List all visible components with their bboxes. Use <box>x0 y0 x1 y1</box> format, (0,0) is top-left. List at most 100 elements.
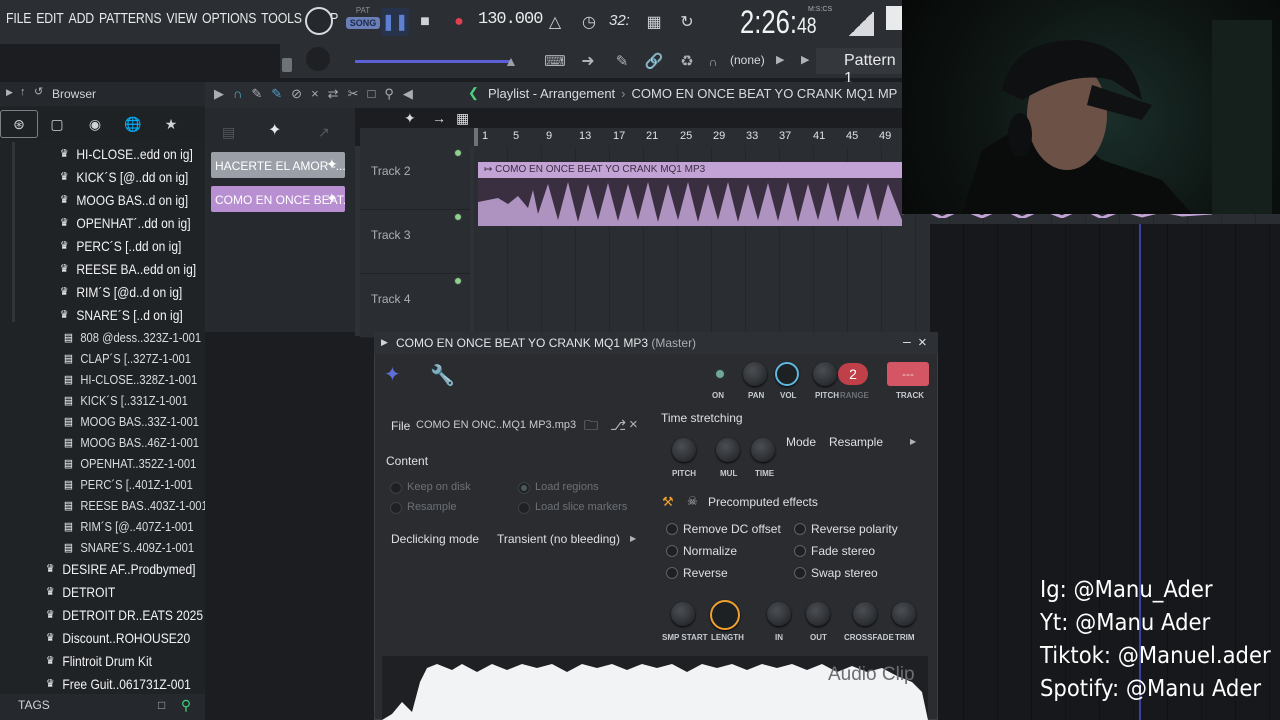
browser-folder[interactable]: ♛ PERC´S [..dd on ig] <box>60 235 181 256</box>
stamp-icon[interactable]: ♻ <box>677 54 697 69</box>
play-pattern-icon[interactable]: ▶ <box>801 55 809 66</box>
audio-tab-icon[interactable]: ✦ <box>384 365 401 385</box>
stop-button[interactable]: ■ <box>411 8 439 36</box>
pitch-knob[interactable] <box>813 362 837 386</box>
keep-on-disk-checkbox[interactable] <box>390 482 402 494</box>
menu-view[interactable]: VIEW <box>166 10 197 27</box>
browser-up-icon[interactable]: ↑ <box>20 87 26 98</box>
pin-icon[interactable]: ☠ <box>687 495 698 507</box>
link-icon[interactable]: 🔗 <box>644 54 664 69</box>
menu-options[interactable]: OPTIONS <box>202 10 256 27</box>
on-led[interactable] <box>714 368 726 380</box>
length-knob[interactable] <box>710 600 740 630</box>
search-icon[interactable]: ⚲ <box>178 697 194 713</box>
zoom-icon[interactable]: ⚲ <box>384 86 394 102</box>
volume-slider-handle[interactable]: ▲ <box>504 54 518 68</box>
menu-tools[interactable]: TOOLS <box>261 10 302 27</box>
ts-mul-knob[interactable] <box>716 438 740 462</box>
wrench-icon[interactable]: ⚒ <box>662 495 674 508</box>
window-menu-arrow-icon[interactable]: ▶ <box>381 338 388 347</box>
snap-icon[interactable] <box>886 6 902 30</box>
starred-tab-icon[interactable]: ★ <box>152 110 190 138</box>
loop-record-icon[interactable]: ↻ <box>673 8 701 36</box>
browser-audio-file[interactable]: ▤ PERC´S [..401Z-1-001 <box>64 474 193 495</box>
browser-folder[interactable]: ♛ Discount..ROHOUSE20 <box>46 627 190 648</box>
browser-folder[interactable]: ♛ REESE BA..edd on ig] <box>60 258 196 279</box>
chevron-right-icon[interactable]: ▶ <box>910 438 916 446</box>
browser-folder[interactable]: ♛ OPENHAT´..dd on ig] <box>60 212 191 233</box>
tempo-display[interactable]: 130.000 <box>478 10 543 29</box>
snap-mode-icon[interactable]: ✦ <box>404 110 416 127</box>
menu-patterns[interactable]: PATTERNS <box>99 10 162 27</box>
browser-folder[interactable]: ♛ SNARE´S [..d on ig] <box>60 304 183 325</box>
pause-button[interactable]: ❚❚ <box>381 8 409 36</box>
pattern-selector[interactable]: Pattern 1 <box>816 48 902 87</box>
all-files-tab-icon[interactable]: ⊛ <box>0 110 38 138</box>
record-button[interactable]: ● <box>445 8 473 36</box>
master-pitch-knob[interactable] <box>306 47 330 71</box>
remove-dc-offset-checkbox[interactable] <box>666 523 678 535</box>
track-header-4[interactable] <box>360 274 470 338</box>
view-icon[interactable]: ▦ <box>456 110 469 127</box>
piano-icon[interactable]: ▤ <box>222 125 235 139</box>
file-name[interactable]: COMO EN ONC..MQ1 MP3.mp3 <box>416 419 576 431</box>
typing-keyboard-icon[interactable]: ⌨ <box>542 54 568 69</box>
sample-start-knob[interactable] <box>671 602 695 626</box>
browser-audio-file[interactable]: ▤ SNARE´S..409Z-1-001 <box>64 537 194 558</box>
browser-audio-file[interactable]: ▤ RIM´S [@..407Z-1-001 <box>64 516 194 537</box>
wait-input-icon[interactable]: ◷ <box>575 8 603 36</box>
online-tab-icon[interactable]: 🌐 <box>114 110 152 138</box>
browser-back-icon[interactable]: ↺ <box>34 87 43 98</box>
browser-audio-file[interactable]: ▤ 808 @dess..323Z-1-001 <box>64 327 201 348</box>
minimize-button[interactable]: – <box>903 333 911 349</box>
mode-select[interactable]: Resample <box>829 435 883 449</box>
chevron-right-icon[interactable]: ▶ <box>630 535 636 543</box>
volume-knob[interactable] <box>775 362 799 386</box>
audio-clips-icon[interactable]: ✦ <box>268 123 281 139</box>
link-icon[interactable]: → <box>432 110 446 126</box>
mixer-track-box[interactable]: --- <box>887 362 929 386</box>
fade-stereo-checkbox[interactable] <box>794 545 806 557</box>
browser-folder[interactable]: ♛ KICK´S [@..dd on ig] <box>60 166 188 187</box>
ts-time-knob[interactable] <box>751 438 775 462</box>
browser-audio-file[interactable]: ▤ HI-CLOSE..328Z-1-001 <box>64 369 197 390</box>
track-mute-led[interactable] <box>454 277 462 285</box>
folder-icon[interactable]: □ <box>158 699 165 711</box>
range-box[interactable]: 2 <box>838 363 868 385</box>
close-button[interactable]: × <box>918 334 927 351</box>
locate-file-icon[interactable]: ⎇ <box>610 418 626 432</box>
browser-audio-file[interactable]: ▤ MOOG BAS..46Z-1-001 <box>64 432 199 453</box>
track-mute-led[interactable] <box>454 149 462 157</box>
slip-icon[interactable]: ⇄ <box>328 86 339 102</box>
chevron-right-icon[interactable]: ▶ <box>776 55 784 66</box>
playlist-menu-icon[interactable]: ▶ <box>214 86 224 102</box>
arrow-right-icon[interactable]: ➜ <box>578 54 598 70</box>
browser-folder[interactable]: ♛ RIM´S [@d..d on ig] <box>60 281 182 302</box>
metronome-icon[interactable]: △ <box>541 8 569 36</box>
browser-audio-file[interactable]: ▤ MOOG BAS..33Z-1-001 <box>64 411 199 432</box>
picker-item-selected[interactable]: COMO EN ONCE BEAT... <box>211 186 345 212</box>
step-edit-icon[interactable]: ▦ <box>640 8 668 36</box>
delete-icon[interactable]: ⊘ <box>291 86 302 102</box>
browser-folder[interactable]: ♛ DETROIT <box>46 581 115 602</box>
pan-knob[interactable] <box>743 362 767 386</box>
browser-audio-file[interactable]: ▤ CLAP´S [..327Z-1-001 <box>64 348 191 369</box>
browser-folder[interactable]: ♛ HI-CLOSE..edd on ig] <box>60 143 193 164</box>
plugin-database-tab-icon[interactable]: ◉ <box>76 110 114 138</box>
menu-add[interactable]: ADD <box>69 10 95 27</box>
pencil-icon[interactable]: ✎ <box>612 54 632 69</box>
browser-menu-arrow-icon[interactable]: ▶ <box>6 88 13 97</box>
menu-edit[interactable]: EDIT <box>36 10 64 27</box>
playback-icon[interactable]: ◀ <box>403 86 413 102</box>
current-project-tab-icon[interactable]: ▢ <box>38 110 76 138</box>
swap-stereo-checkbox[interactable] <box>794 567 806 579</box>
reverse-checkbox[interactable] <box>666 567 678 579</box>
mute-icon[interactable]: × <box>311 86 319 102</box>
track-header-2[interactable] <box>360 146 470 210</box>
magnet-icon[interactable]: ∩ <box>706 56 720 68</box>
snap-selector[interactable]: (none) <box>730 53 765 67</box>
master-volume-slider[interactable] <box>355 60 510 63</box>
in-knob[interactable] <box>767 602 791 626</box>
paint-icon[interactable]: ✎ <box>271 86 282 102</box>
wrench-icon[interactable]: 🔧 <box>430 366 455 386</box>
